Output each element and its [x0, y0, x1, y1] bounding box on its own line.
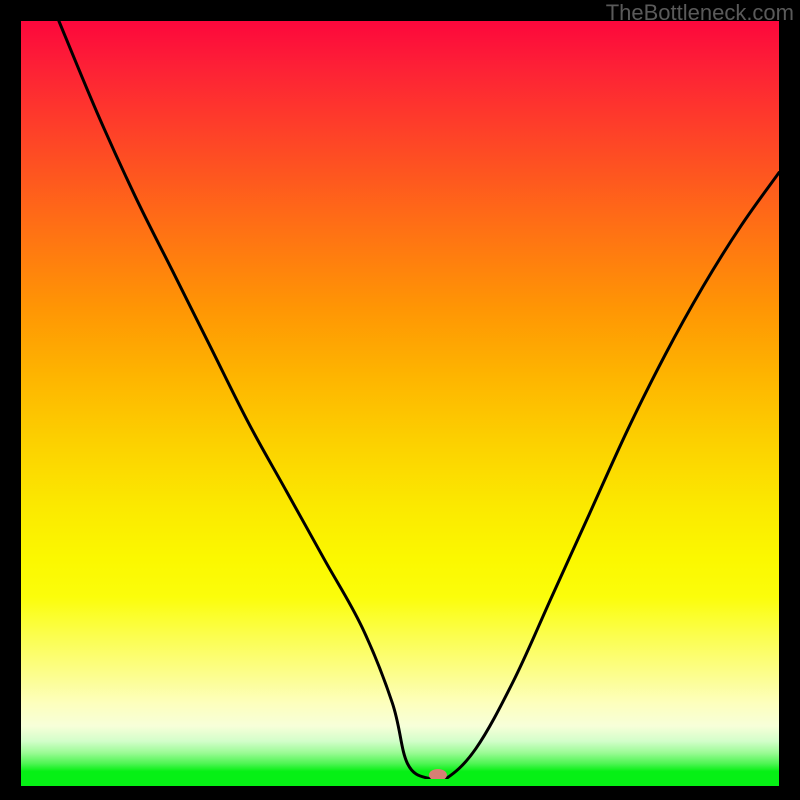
plot-area: [21, 21, 779, 779]
attribution-label: TheBottleneck.com: [606, 0, 794, 26]
base-green-strip: [21, 779, 779, 786]
bottleneck-curve: [21, 21, 779, 779]
chart-frame: TheBottleneck.com: [0, 0, 800, 800]
curve-path: [59, 21, 779, 779]
minimum-marker-icon: [429, 769, 447, 779]
